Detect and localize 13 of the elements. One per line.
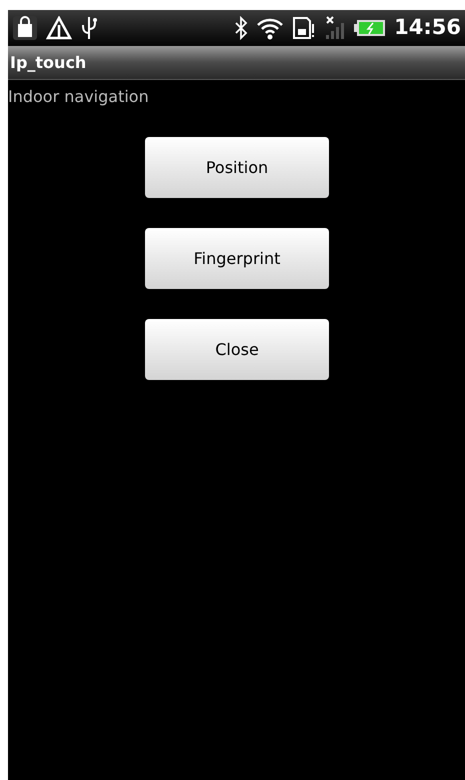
bluetooth-icon <box>234 16 248 40</box>
subtitle-text: Indoor navigation <box>8 86 149 108</box>
menu-button[interactable]: Close <box>145 319 329 380</box>
signal-icon <box>324 15 346 41</box>
battery-icon <box>354 19 386 37</box>
warning-icon <box>46 16 72 40</box>
menu-button[interactable]: Position <box>145 137 329 198</box>
app-title: Ip_touch <box>10 52 86 74</box>
usb-icon <box>80 15 98 41</box>
clock: 14:56 <box>394 14 461 42</box>
menu-button[interactable]: Fingerprint <box>145 228 329 289</box>
wifi-icon <box>256 16 284 40</box>
sim-card-icon <box>292 16 316 40</box>
